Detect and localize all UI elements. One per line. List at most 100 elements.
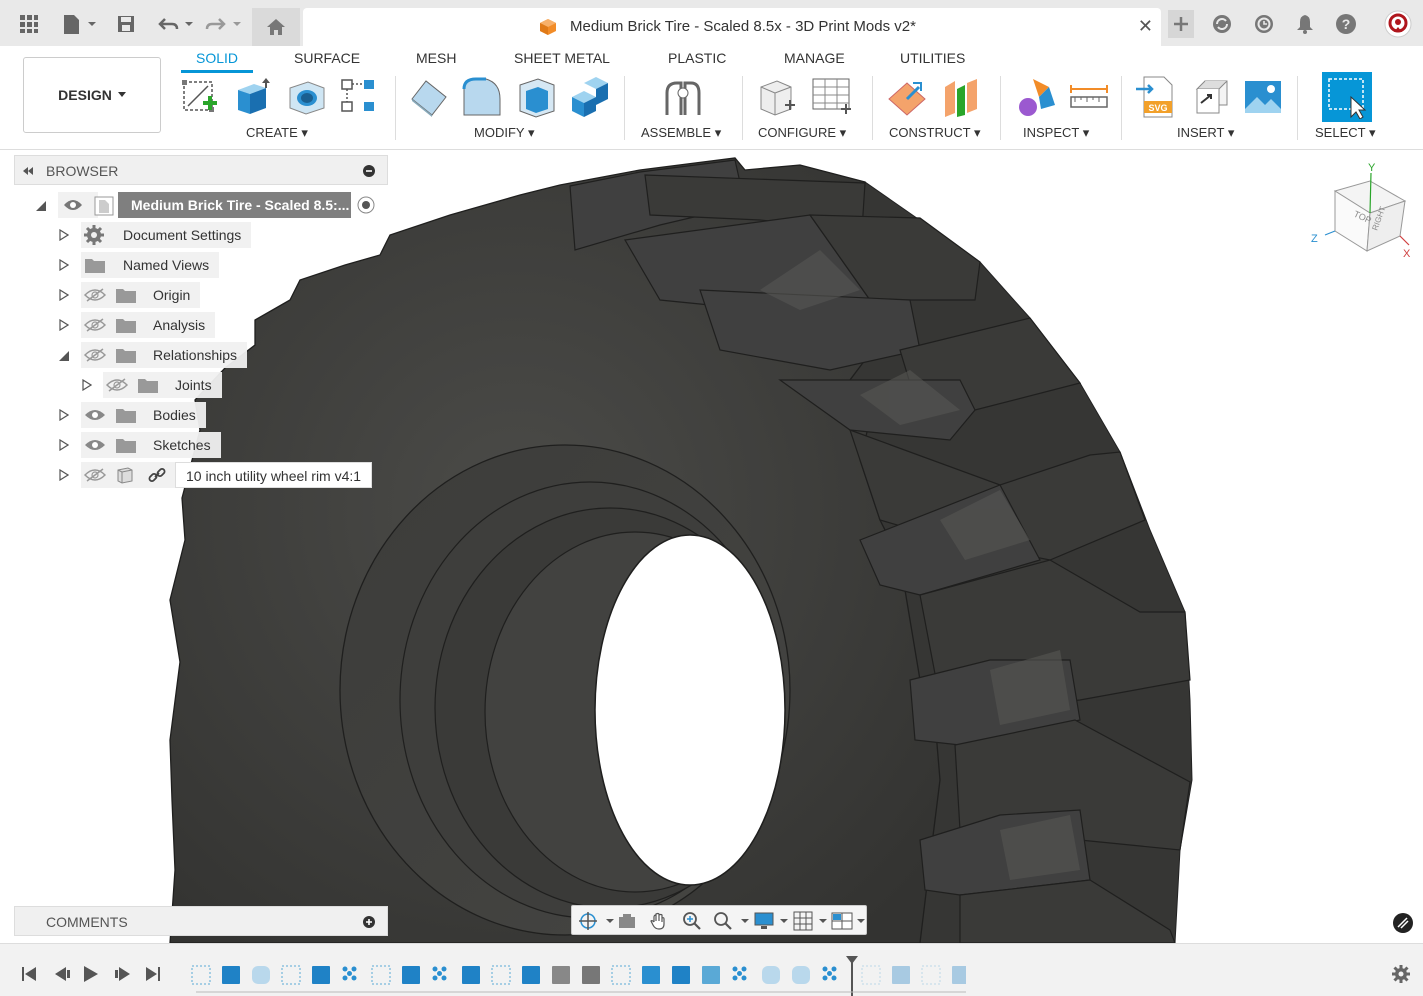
browser-item-relationships[interactable]: Relationships <box>14 342 388 368</box>
browser-item-analysis[interactable]: Analysis <box>14 312 388 338</box>
hole-icon[interactable] <box>284 74 330 120</box>
browser-item-bodies[interactable]: Bodies <box>14 402 388 428</box>
display-component-colors-icon[interactable] <box>1012 74 1058 120</box>
timeline-feature-combine-icon[interactable] <box>552 966 570 984</box>
play-icon[interactable] <box>84 966 98 982</box>
notifications-bell-icon[interactable] <box>1293 12 1317 36</box>
combine-icon[interactable] <box>567 74 613 120</box>
browser-item-named-views[interactable]: Named Views <box>14 252 388 278</box>
fillet-icon[interactable] <box>459 74 505 120</box>
timeline-marker[interactable] <box>846 956 858 996</box>
display-settings-icon[interactable] <box>1393 913 1413 933</box>
browser-item-document-settings[interactable]: Document Settings <box>14 222 388 248</box>
timeline-feature-fillet-icon[interactable] <box>792 966 810 984</box>
timeline-feature-sketch-icon[interactable] <box>611 965 631 985</box>
collapse-triangle-icon[interactable] <box>59 350 69 362</box>
timeline-feature-sketch-icon[interactable] <box>491 965 511 985</box>
save-icon[interactable] <box>114 10 138 38</box>
job-status-icon[interactable] <box>1252 12 1276 36</box>
app-grid-icon[interactable] <box>16 10 42 38</box>
close-tab-button[interactable]: ✕ <box>1138 16 1153 37</box>
group-assemble[interactable]: ASSEMBLE ▾ <box>641 125 721 141</box>
pattern-icon[interactable] <box>336 74 382 120</box>
browser-root-label[interactable]: Medium Brick Tire - Scaled 8.5:... <box>118 192 351 218</box>
collapse-browser-icon[interactable] <box>22 167 34 175</box>
group-construct[interactable]: CONSTRUCT ▾ <box>889 125 981 141</box>
eye-hidden-icon[interactable] <box>84 468 106 482</box>
go-to-start-icon[interactable] <box>22 967 36 981</box>
expand-triangle-icon[interactable] <box>82 379 92 391</box>
expand-triangle-icon[interactable] <box>59 229 69 241</box>
timeline-feature-extrude-icon[interactable] <box>222 966 240 984</box>
expand-triangle-icon[interactable] <box>59 439 69 451</box>
timeline-feature-sketch-icon[interactable] <box>861 965 881 985</box>
workspace-switcher-button[interactable]: DESIGN <box>23 57 161 133</box>
tab-surface[interactable]: SURFACE <box>294 50 360 66</box>
timeline-feature-extrude-icon[interactable] <box>952 966 966 984</box>
group-inspect[interactable]: INSPECT ▾ <box>1023 125 1089 141</box>
group-configure[interactable]: CONFIGURE ▾ <box>758 125 846 141</box>
tab-solid[interactable]: SOLID <box>196 50 238 66</box>
document-tab[interactable]: Medium Brick Tire - Scaled 8.5x - 3D Pri… <box>303 8 1161 46</box>
eye-icon[interactable] <box>84 408 106 422</box>
timeline-feature-extrude-icon[interactable] <box>892 966 910 984</box>
timeline-feature-joint-icon[interactable] <box>582 966 600 984</box>
configuration-table-icon[interactable] <box>808 74 854 120</box>
tab-utilities[interactable]: UTILITIES <box>900 50 965 66</box>
timeline-feature-revolve-icon[interactable] <box>642 966 660 984</box>
eye-hidden-icon[interactable] <box>106 378 128 392</box>
extrude-icon[interactable] <box>230 74 276 120</box>
browser-item-origin[interactable]: Origin <box>14 282 388 308</box>
press-pull-icon[interactable] <box>405 74 451 120</box>
browser-item-wheel-rim[interactable]: 10 inch utility wheel rim v4:1 <box>14 462 388 488</box>
group-insert[interactable]: INSERT ▾ <box>1177 125 1234 141</box>
add-comment-icon[interactable] <box>363 916 375 928</box>
step-back-icon[interactable] <box>55 967 70 981</box>
timeline-feature-pattern-icon[interactable] <box>732 966 750 984</box>
timeline-feature-pattern-icon[interactable] <box>432 966 450 984</box>
group-select[interactable]: SELECT ▾ <box>1315 125 1375 141</box>
sync-icon[interactable] <box>1210 12 1234 36</box>
tab-manage[interactable]: MANAGE <box>784 50 845 66</box>
viewports-icon[interactable] <box>831 911 867 931</box>
orbit-icon[interactable] <box>578 911 614 931</box>
browser-item-joints[interactable]: Joints <box>14 372 388 398</box>
timeline-feature-chamfer-icon[interactable] <box>702 966 720 984</box>
eye-hidden-icon[interactable] <box>84 288 106 302</box>
display-settings-icon[interactable] <box>754 911 790 931</box>
expand-triangle-icon[interactable] <box>59 289 69 301</box>
help-icon[interactable]: ? <box>1334 12 1358 36</box>
new-tab-icon[interactable] <box>1168 10 1194 38</box>
redo-icon[interactable] <box>202 10 244 38</box>
timeline-feature-box-icon[interactable] <box>462 966 480 984</box>
grid-snaps-icon[interactable] <box>793 911 829 931</box>
undo-icon[interactable] <box>156 10 194 38</box>
timeline-feature-sketch-icon[interactable] <box>191 965 211 985</box>
eye-hidden-icon[interactable] <box>84 318 106 332</box>
measure-icon[interactable] <box>1066 74 1112 120</box>
shell-icon[interactable] <box>513 74 559 120</box>
timeline-feature-sketch-icon[interactable] <box>921 965 941 985</box>
pan-hand-icon[interactable] <box>649 911 669 931</box>
timeline-feature-extrude-icon[interactable] <box>312 966 330 984</box>
zoom-window-icon[interactable] <box>713 911 749 931</box>
tab-sheet-metal[interactable]: SHEET METAL <box>514 50 610 66</box>
expand-triangle-icon[interactable] <box>59 409 69 421</box>
group-create[interactable]: CREATE ▾ <box>246 125 308 141</box>
joint-icon[interactable] <box>660 74 706 120</box>
insert-canvas-icon[interactable] <box>1240 74 1286 120</box>
home-icon[interactable] <box>252 8 300 46</box>
browser-root-row[interactable]: Medium Brick Tire - Scaled 8.5:... <box>14 192 388 218</box>
viewcube[interactable]: TOP RIGHT Y Z X <box>1305 161 1415 261</box>
midplane-icon[interactable] <box>938 74 984 120</box>
timeline-feature-sketch-icon[interactable] <box>371 965 391 985</box>
create-sketch-icon[interactable] <box>176 74 222 120</box>
select-icon[interactable] <box>1322 72 1372 122</box>
eye-hidden-icon[interactable] <box>84 348 106 362</box>
step-forward-icon[interactable] <box>115 967 130 981</box>
configure-parameters-icon[interactable] <box>754 74 800 120</box>
timeline-settings-gear-icon[interactable] <box>1391 964 1411 984</box>
timeline-feature-fillet-icon[interactable] <box>762 966 780 984</box>
browser-header[interactable]: BROWSER <box>14 155 388 185</box>
expand-triangle-icon[interactable] <box>59 319 69 331</box>
